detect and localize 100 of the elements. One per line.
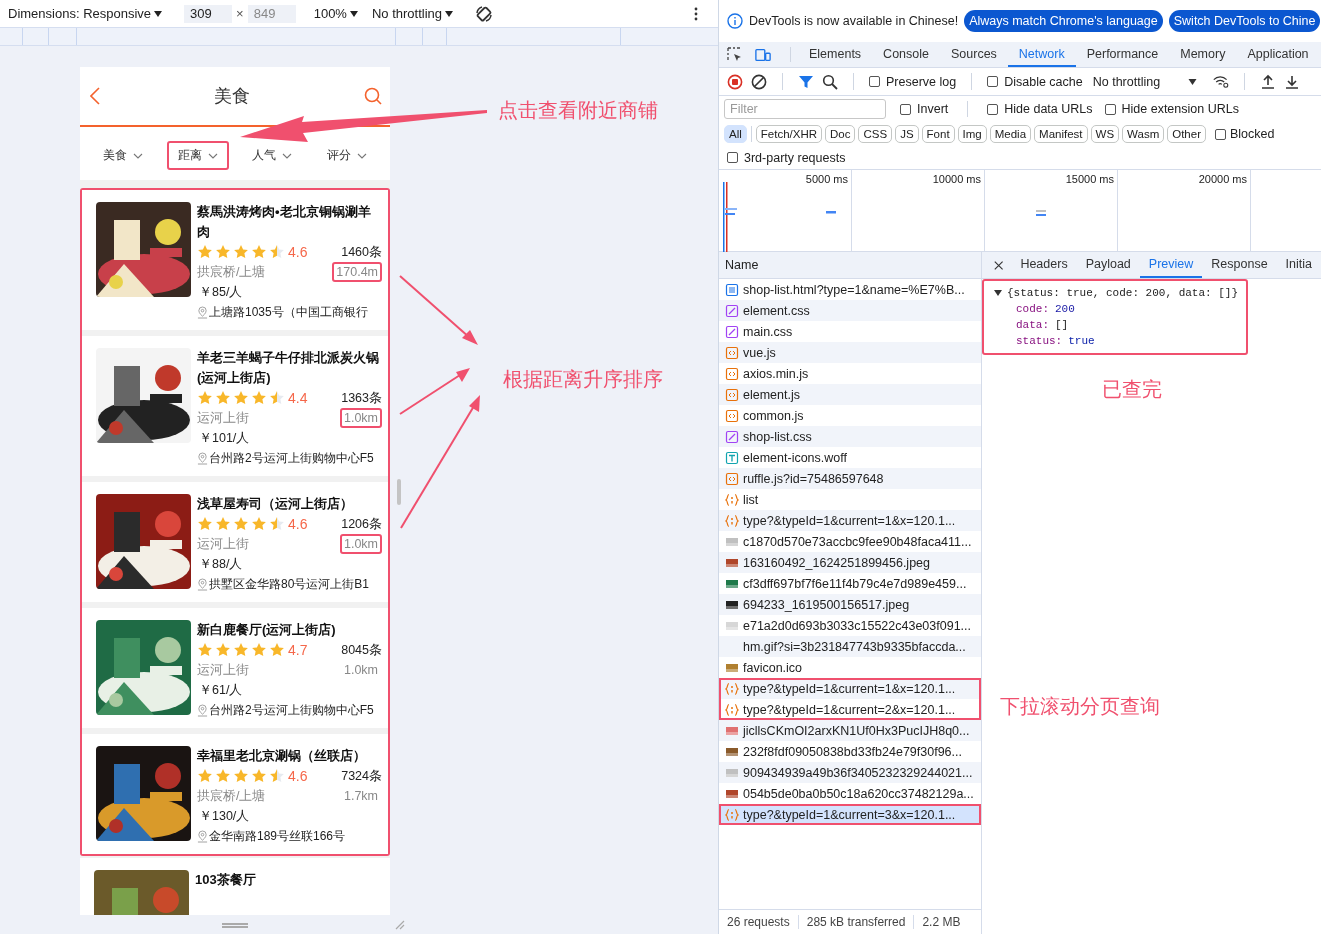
shop-name[interactable]: 新白鹿餐厅(运河上街店) [197, 620, 382, 640]
resize-handle[interactable] [222, 923, 248, 928]
request-row[interactable]: type?&typeId=1&current=1&x=120.1... [719, 678, 981, 699]
blocked-checkbox[interactable]: Blocked [1215, 127, 1275, 141]
hide-data-urls-checkbox[interactable]: Hide data URLs [987, 102, 1093, 116]
device-toolbar-icon[interactable] [755, 46, 771, 63]
shop-name[interactable]: 幸福里老北京涮锅（丝联店） [197, 746, 382, 766]
shop-card[interactable]: 浅草屋寿司（运河上街店） 4.6 1206条 运河上街 1.0km ￥88/人 拱墅区金华路80号运河上街B1 [82, 482, 388, 602]
zoom-dropdown[interactable]: 100% [313, 6, 358, 21]
shop-card[interactable]: 幸福里老北京涮锅（丝联店） 4.6 7324条 拱宸桥/上塘 1.7km ￥130/人 金华南路189号丝联166号 [82, 734, 388, 854]
details-tab[interactable]: Preview [1139, 252, 1203, 278]
panel-tab[interactable]: Console [872, 42, 940, 67]
request-row[interactable]: element-icons.woff [719, 447, 981, 468]
request-row[interactable]: 163160492_1624251899456.jpeg [719, 552, 981, 573]
inspect-icon[interactable] [727, 46, 743, 63]
shop-card[interactable]: 新白鹿餐厅(运河上街店) 4.7 8045条 运河上街 1.0km ￥61/人 台州路2号运河上街购物中心F5 [82, 608, 388, 728]
width-field[interactable]: 309 [184, 4, 233, 23]
request-row[interactable]: main.css [719, 321, 981, 342]
status-text: 285 kB transferred [798, 915, 915, 929]
shop-name[interactable]: 浅草屋寿司（运河上街店） [197, 494, 382, 514]
details-tab[interactable]: Headers [1011, 252, 1077, 278]
type-filter-chip[interactable]: Img [957, 125, 987, 143]
type-filter-chip[interactable]: All [724, 125, 747, 143]
panel-tab[interactable]: Application [1236, 42, 1320, 67]
request-row[interactable]: list [719, 489, 981, 510]
request-row[interactable]: type?&typeId=1&current=1&x=120.1... [719, 510, 981, 531]
panel-tab[interactable]: Elements [798, 42, 873, 67]
invert-checkbox[interactable]: Invert [900, 102, 949, 116]
request-row[interactable]: type?&typeId=1&current=3&x=120.1... [719, 804, 981, 825]
throttling-dropdown[interactable]: No throttling [371, 6, 453, 21]
filter-dropdown[interactable]: 评分 [315, 141, 378, 170]
shop-name[interactable]: 103茶餐厅 [195, 870, 384, 890]
type-filter-chip[interactable]: Doc [825, 125, 856, 143]
type-filter-chip[interactable]: Media [989, 125, 1032, 143]
panel-tab[interactable]: Memory [1169, 42, 1237, 67]
filter-dropdown[interactable]: 美食 [92, 141, 155, 170]
throttling-dropdown[interactable]: No throttling [1092, 74, 1198, 89]
details-tab[interactable]: Initia [1276, 252, 1321, 278]
scrollbar-thumb[interactable] [397, 479, 401, 505]
close-icon[interactable] [994, 259, 1004, 271]
request-row[interactable]: e71a2d0d693b3033c15522c43e03f091... [719, 615, 981, 636]
type-filter-chip[interactable]: WS [1090, 125, 1120, 143]
type-filter-chip[interactable]: Other [1167, 125, 1206, 143]
request-row[interactable]: type?&typeId=1&current=2&x=120.1... [719, 699, 981, 720]
request-row[interactable]: hm.gif?si=3b231847743b9335bfaccda... [719, 636, 981, 657]
request-row[interactable]: shop-list.html?type=1&name=%E7%B... [719, 279, 981, 300]
panel-tab[interactable]: Network [1007, 42, 1076, 67]
dimensions-dropdown[interactable]: Dimensions: Responsive [8, 6, 163, 21]
filter-dropdown[interactable]: 距离 [166, 141, 229, 170]
shop-card[interactable]: 103茶餐厅 [80, 858, 390, 915]
filter-field[interactable]: Filter [724, 99, 886, 119]
record-stop-icon[interactable] [727, 73, 743, 90]
hide-extension-urls-checkbox[interactable]: Hide extension URLs [1104, 102, 1239, 116]
request-row[interactable]: 909434939a49b36f3405232329244021... [719, 762, 981, 783]
type-filter-chip[interactable]: CSS [858, 125, 893, 143]
request-row[interactable]: common.js [719, 405, 981, 426]
network-settings-icon[interactable] [1213, 73, 1230, 90]
shop-name[interactable]: 羊老三羊蝎子牛仔排北派炭火锅(运河上街店) [197, 348, 382, 388]
type-filter-chip[interactable]: Wasm [1122, 125, 1165, 143]
panel-tab[interactable]: Performance [1075, 42, 1170, 67]
request-row[interactable]: element.css [719, 300, 981, 321]
request-row[interactable]: shop-list.css [719, 426, 981, 447]
request-row[interactable]: vue.js [719, 342, 981, 363]
star-icon [251, 516, 267, 532]
rotate-icon[interactable] [475, 4, 493, 23]
type-filter-chip[interactable]: Fetch/XHR [755, 125, 823, 143]
clear-icon[interactable] [751, 73, 767, 90]
shop-card[interactable]: 蔡馬洪涛烤肉•老北京铜锅涮羊肉 4.6 1460条 拱宸桥/上塘 170.4m ￥85/人 上塘路1035号（中国工商银行 [82, 190, 388, 330]
request-row[interactable]: cf3dff697bf7f6e11f4b79c4e7d989e459... [719, 573, 981, 594]
third-party-checkbox[interactable]: 3rd-party requests [727, 150, 846, 165]
upload-icon[interactable] [1260, 73, 1277, 90]
column-header[interactable]: Name [719, 252, 981, 279]
language-button[interactable]: Switch DevTools to Chine [1168, 10, 1321, 32]
request-row[interactable]: jicllsCKmOI2arxKN1Uf0Hx3PucIJH8q0... [719, 720, 981, 741]
price-text: ￥130/人 [199, 807, 250, 825]
back-icon[interactable] [90, 87, 100, 105]
request-row[interactable]: 694233_1619500156517.jpeg [719, 594, 981, 615]
type-filter-chip[interactable]: Font [921, 125, 955, 143]
download-icon[interactable] [1284, 73, 1301, 90]
preserve-log-checkbox[interactable]: Preserve log [869, 74, 957, 89]
panel-tab[interactable]: Sources [940, 42, 1008, 67]
request-row[interactable]: 232f8fdf09050838bd33fb24e79f30f96... [719, 741, 981, 762]
request-row[interactable]: 054b5de0ba0b50c18a620cc37482129a... [719, 783, 981, 804]
request-row[interactable]: c1870d570e73accbc9fee90b48faca411... [719, 531, 981, 552]
shop-card[interactable]: 羊老三羊蝎子牛仔排北派炭火锅(运河上街店) 4.4 1363条 运河上街 1.0km ￥101/人 台州路2号运河上街购物中心F5 [82, 336, 388, 476]
shop-name[interactable]: 蔡馬洪涛烤肉•老北京铜锅涮羊肉 [197, 202, 382, 242]
type-filter-chip[interactable]: JS [895, 125, 919, 143]
request-row[interactable]: element.js [719, 384, 981, 405]
request-row[interactable]: axios.min.js [719, 363, 981, 384]
more-icon[interactable] [694, 6, 698, 21]
request-row[interactable]: ruffle.js?id=75486597648 [719, 468, 981, 489]
filter-icon[interactable] [798, 73, 814, 90]
details-tab[interactable]: Response [1202, 252, 1277, 278]
json-summary[interactable]: {status: true, code: 200, data: []} [994, 285, 1239, 301]
search-icon[interactable] [822, 73, 838, 90]
request-row[interactable]: favicon.ico [719, 657, 981, 678]
type-filter-chip[interactable]: Manifest [1034, 125, 1088, 143]
details-tab[interactable]: Payload [1076, 252, 1140, 278]
disable-cache-checkbox[interactable]: Disable cache [987, 74, 1083, 89]
language-button[interactable]: Always match Chrome's language [964, 10, 1163, 32]
